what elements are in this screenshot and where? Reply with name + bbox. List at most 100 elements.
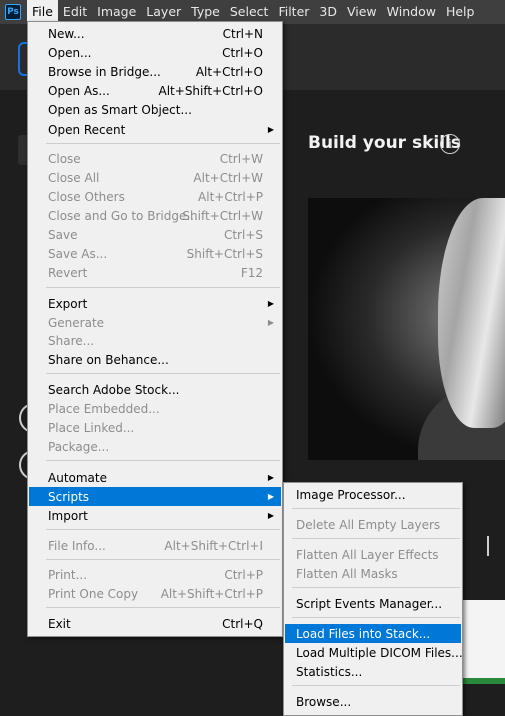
scripts-item-image-processor[interactable]: Image Processor...	[285, 485, 461, 504]
scripts-item-delete-all-empty-layers: Delete All Empty Layers	[285, 515, 461, 534]
tutorial-thumbnail-image[interactable]	[308, 198, 505, 460]
menu-item-label: Image Processor...	[296, 487, 406, 502]
menu-item-label: Open...	[48, 45, 92, 60]
menu-item-label: Open as Smart Object...	[48, 102, 192, 117]
file-menu-item-exit[interactable]: Exit Ctrl+Q	[29, 614, 281, 633]
menu-item-label: Close All	[48, 170, 100, 185]
photo-hair-shape	[438, 198, 505, 428]
submenu-arrow-icon: ▶	[267, 299, 274, 308]
file-menu-item-close-others: Close Others Alt+Ctrl+P	[29, 187, 281, 206]
menu-view[interactable]: View	[342, 0, 382, 24]
menu-item-label: Open Recent	[48, 122, 126, 137]
thumbnail-stripe	[463, 678, 505, 684]
file-menu-item-close-all: Close All Alt+Ctrl+W	[29, 168, 281, 187]
menu-separator	[46, 460, 280, 461]
menu-item-label: Close	[48, 151, 81, 166]
submenu-arrow-icon: ▶	[267, 492, 274, 501]
menu-item-label: Save As...	[48, 246, 108, 261]
menu-separator	[46, 143, 280, 144]
file-menu-item-new[interactable]: New... Ctrl+N	[29, 24, 281, 43]
menu-item-shortcut: Ctrl+N	[222, 26, 263, 41]
scripts-submenu: Image Processor... Delete All Empty Laye…	[283, 482, 463, 716]
file-menu-item-revert: Revert F12	[29, 263, 281, 282]
file-menu-item-share: Share...	[29, 331, 281, 350]
menu-item-label: Exit	[48, 616, 71, 631]
file-menu-item-scripts[interactable]: Scripts ▶	[29, 487, 281, 506]
menu-item-label: Export	[48, 296, 88, 311]
menu-window[interactable]: Window	[382, 0, 441, 24]
file-menu-item-browse-in-bridge[interactable]: Browse in Bridge... Alt+Ctrl+O	[29, 62, 281, 81]
menu-item-label: Close and Go to Bridge...	[48, 208, 198, 223]
file-menu-item-import[interactable]: Import ▶	[29, 506, 281, 525]
menu-item-label: Open As...	[48, 83, 110, 98]
file-menu-item-open-as[interactable]: Open As... Alt+Shift+Ctrl+O	[29, 81, 281, 100]
menu-separator	[292, 508, 460, 509]
scripts-item-load-multiple-dicom-files[interactable]: Load Multiple DICOM Files...	[285, 643, 463, 662]
menu-separator	[46, 607, 280, 608]
menu-item-label: Place Linked...	[48, 420, 135, 435]
file-menu-item-open[interactable]: Open... Ctrl+O	[29, 43, 281, 62]
file-menu-item-share-on-behance[interactable]: Share on Behance...	[29, 350, 281, 369]
file-menu-item-generate: Generate ▶	[29, 313, 281, 332]
menu-item-shortcut: Ctrl+Q	[222, 616, 263, 631]
menu-item-shortcut: Alt+Ctrl+O	[195, 64, 263, 79]
menu-separator	[46, 287, 280, 288]
menu-item-label: Load Multiple DICOM Files...	[296, 645, 463, 660]
file-menu-item-save: Save Ctrl+S	[29, 225, 281, 244]
menu-item-label: Script Events Manager...	[296, 596, 443, 611]
menu-item-label: File Info...	[48, 538, 106, 553]
submenu-arrow-icon: ▶	[267, 473, 274, 482]
menu-item-shortcut: Alt+Shift+Ctrl+I	[164, 538, 263, 553]
file-menu-item-automate[interactable]: Automate ▶	[29, 468, 281, 487]
menu-item-label: Package...	[48, 439, 110, 454]
menu-separator	[46, 529, 280, 530]
file-menu-item-open-recent[interactable]: Open Recent ▶	[29, 120, 281, 139]
file-menu-item-place-linked: Place Linked...	[29, 418, 281, 437]
menu-item-label: Share...	[48, 333, 95, 348]
build-skills-heading: Build your skills	[308, 133, 461, 153]
submenu-arrow-icon: ▶	[267, 318, 274, 327]
file-menu-item-save-as: Save As... Shift+Ctrl+S	[29, 244, 281, 263]
menu-separator	[46, 559, 280, 560]
secondary-thumbnail[interactable]	[462, 600, 505, 684]
menu-item-label: Share on Behance...	[48, 352, 169, 367]
menu-item-shortcut: F12	[240, 265, 263, 280]
menu-item-label: Import	[48, 508, 88, 523]
menu-separator	[292, 685, 460, 686]
file-menu-item-print: Print... Ctrl+P	[29, 565, 281, 584]
menu-item-label: Print One Copy	[48, 586, 139, 601]
menu-item-label: Automate	[48, 470, 107, 485]
scripts-item-script-events-manager[interactable]: Script Events Manager...	[285, 594, 461, 613]
menu-item-label: Scripts	[48, 489, 90, 504]
file-menu-item-close: Close Ctrl+W	[29, 149, 281, 168]
menu-separator	[46, 373, 280, 374]
scripts-item-flatten-all-layer-effects: Flatten All Layer Effects	[285, 545, 461, 564]
file-menu-item-search-adobe-stock[interactable]: Search Adobe Stock...	[29, 380, 281, 399]
menu-item-shortcut: Shift+Ctrl+S	[186, 246, 263, 261]
scripts-item-browse[interactable]: Browse...	[285, 692, 461, 711]
menu-item-label: Print...	[48, 567, 88, 582]
menu-item-label: Flatten All Masks	[296, 566, 398, 581]
submenu-arrow-icon: ▶	[267, 511, 274, 520]
menu-item-label: Generate	[48, 315, 105, 330]
file-menu-item-place-embedded: Place Embedded...	[29, 399, 281, 418]
info-icon[interactable]: i	[440, 134, 460, 154]
menu-separator	[292, 538, 460, 539]
menu-item-shortcut: Alt+Ctrl+W	[193, 170, 263, 185]
menu-help[interactable]: Help	[441, 0, 480, 24]
menu-item-label: Flatten All Layer Effects	[296, 547, 439, 562]
menu-item-label: Browse in Bridge...	[48, 64, 161, 79]
photoshop-logo-icon: Ps	[5, 4, 21, 20]
menu-item-shortcut: Alt+Shift+Ctrl+P	[160, 586, 263, 601]
scripts-item-load-files-into-stack[interactable]: Load Files into Stack...	[285, 624, 461, 643]
file-menu-item-close-and-go-to-bridge: Close and Go to Bridge... Shift+Ctrl+W	[29, 206, 281, 225]
menu-3d[interactable]: 3D	[314, 0, 342, 24]
menu-item-shortcut: Alt+Ctrl+P	[198, 189, 263, 204]
menu-item-shortcut: Alt+Shift+Ctrl+O	[158, 83, 263, 98]
menu-item-label: Search Adobe Stock...	[48, 382, 180, 397]
menu-separator	[292, 587, 460, 588]
menu-item-label: Load Files into Stack...	[296, 626, 431, 641]
file-menu-item-export[interactable]: Export ▶	[29, 294, 281, 313]
file-menu-item-open-as-smart-object[interactable]: Open as Smart Object...	[29, 100, 281, 119]
scripts-item-statistics[interactable]: Statistics...	[285, 662, 461, 681]
